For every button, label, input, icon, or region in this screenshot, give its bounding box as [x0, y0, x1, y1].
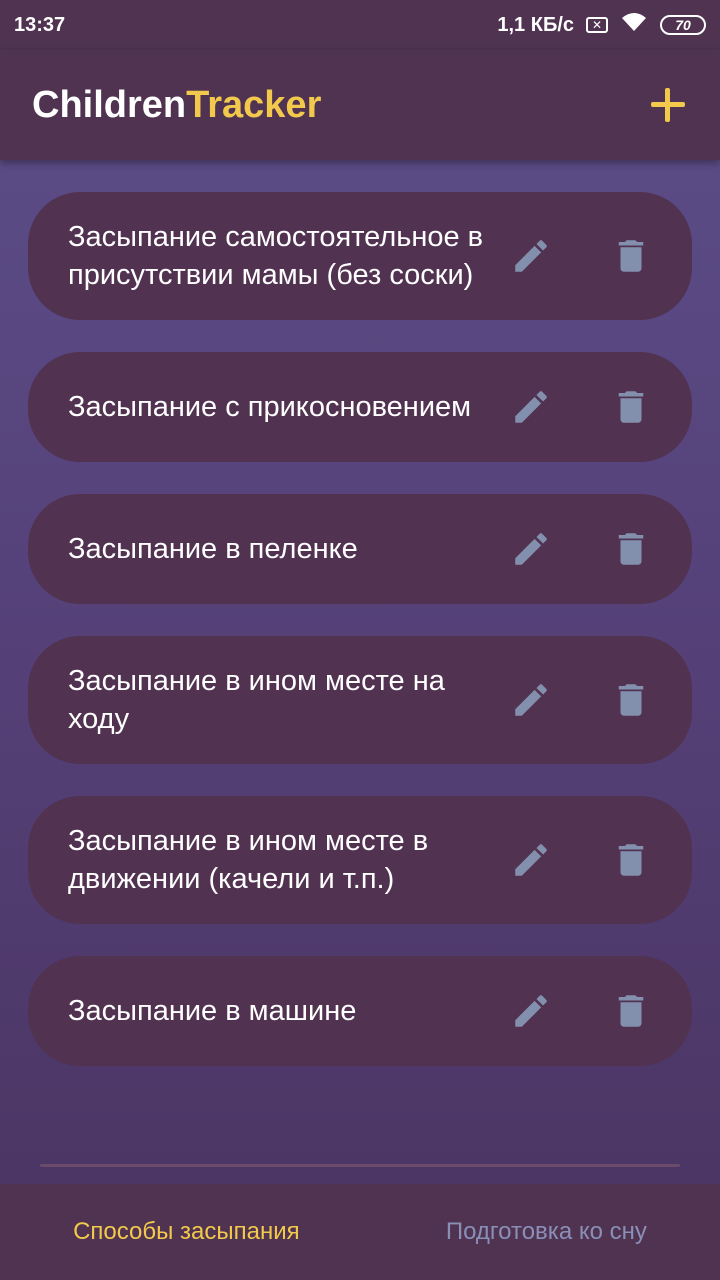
edit-button[interactable] — [510, 839, 552, 881]
delete-button[interactable] — [610, 839, 652, 881]
list-item[interactable]: Засыпание в пеленке — [28, 494, 692, 604]
trash-icon — [618, 391, 644, 423]
pencil-icon — [515, 240, 547, 272]
list-item-actions — [510, 386, 652, 428]
sleep-methods-list: Засыпание самостоятельное в присутствии … — [28, 192, 692, 1066]
status-bar: 13:37 1,1 КБ/с ✕ 70 — [0, 0, 720, 50]
status-indicators: 1,1 КБ/с ✕ 70 — [497, 11, 706, 39]
list-item[interactable]: Засыпание в ином месте в движении (качел… — [28, 796, 692, 924]
app-title: ChildrenTracker — [32, 84, 321, 127]
list-item-actions — [510, 679, 652, 721]
edit-button[interactable] — [510, 679, 552, 721]
list-item[interactable]: Засыпание в машине — [28, 956, 692, 1066]
no-sim-icon: ✕ — [586, 17, 608, 33]
wifi-icon — [620, 11, 648, 39]
list-item-label: Засыпание в ином месте в движении (качел… — [68, 825, 429, 895]
list-bottom-edge — [40, 1164, 680, 1167]
edit-button[interactable] — [510, 235, 552, 277]
delete-button[interactable] — [610, 679, 652, 721]
battery-icon: 70 — [660, 15, 706, 35]
list-item-actions — [510, 990, 652, 1032]
trash-icon — [618, 684, 644, 716]
tab-sleep-preparation[interactable]: Подготовка ко сну — [446, 1218, 647, 1246]
list-item[interactable]: Засыпание в ином месте на ходу — [28, 636, 692, 764]
list-item-label: Засыпание с прикосновением — [68, 391, 472, 423]
pencil-icon — [515, 391, 547, 423]
list-item-label: Засыпание в ином месте на ходу — [68, 665, 445, 735]
delete-button[interactable] — [610, 990, 652, 1032]
tab-sleep-methods[interactable]: Способы засыпания — [73, 1218, 300, 1246]
edit-button[interactable] — [510, 528, 552, 570]
delete-button[interactable] — [610, 235, 652, 277]
list-item[interactable]: Засыпание с прикосновением — [28, 352, 692, 462]
trash-icon — [618, 844, 644, 876]
list-item-actions — [510, 235, 652, 277]
trash-icon — [618, 995, 644, 1027]
bottom-navigation: Способы засыпания Подготовка ко сну — [0, 1184, 720, 1280]
app-bar: ChildrenTracker — [0, 50, 720, 160]
edit-button[interactable] — [510, 990, 552, 1032]
edit-button[interactable] — [510, 386, 552, 428]
list-item[interactable]: Засыпание самостоятельное в присутствии … — [28, 192, 692, 320]
network-speed: 1,1 КБ/с — [497, 13, 574, 36]
app-title-main: Children — [32, 83, 187, 126]
status-time: 13:37 — [14, 13, 66, 36]
list-item-actions — [510, 528, 652, 570]
pencil-icon — [515, 844, 547, 876]
list-item-label: Засыпание в пеленке — [68, 533, 358, 565]
delete-button[interactable] — [610, 528, 652, 570]
delete-button[interactable] — [610, 386, 652, 428]
list-item-label: Засыпание самостоятельное в присутствии … — [68, 221, 484, 291]
pencil-icon — [515, 995, 547, 1027]
add-button[interactable] — [648, 85, 688, 125]
trash-icon — [618, 533, 644, 565]
list-item-label: Засыпание в машине — [68, 995, 357, 1027]
trash-icon — [618, 240, 644, 272]
app-title-accent: Tracker — [186, 83, 322, 126]
pencil-icon — [515, 684, 547, 716]
list-item-actions — [510, 839, 652, 881]
pencil-icon — [515, 533, 547, 565]
